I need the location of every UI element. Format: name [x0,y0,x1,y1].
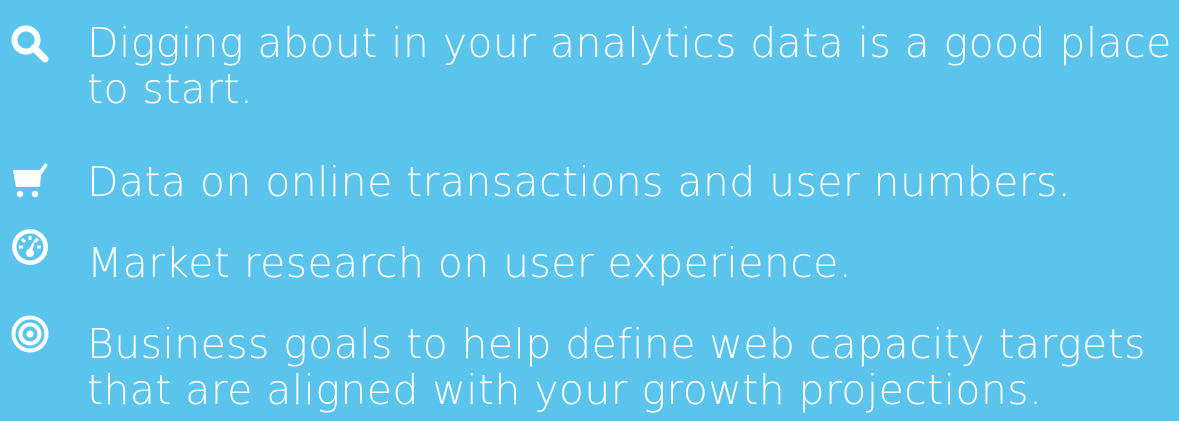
list-item-text: Data on online transactions and user num… [87,159,1177,205]
list-item-line: Data on online transactions and user num… [87,158,1072,206]
search-icon [8,22,52,66]
target-icon [8,312,52,356]
gauge-icon [8,225,52,269]
list-item-text: Business goals to help define web capaci… [87,321,1177,413]
list-item-text: Digging about in your analytics data is … [87,20,1177,112]
list-item-line: Digging about in your analytics data is … [87,19,1172,67]
list-item-text: Market research on user experience. [87,240,1177,286]
list-item-line: that are aligned with your growth projec… [87,366,1043,414]
feature-list: Digging about in your analytics data is … [0,0,1179,421]
list-item-line: Market research on user experience. [87,239,853,287]
shopping-cart-icon [8,158,52,202]
list-item-line: to start. [87,65,254,113]
list-item-line: Business goals to help define web capaci… [87,320,1146,368]
